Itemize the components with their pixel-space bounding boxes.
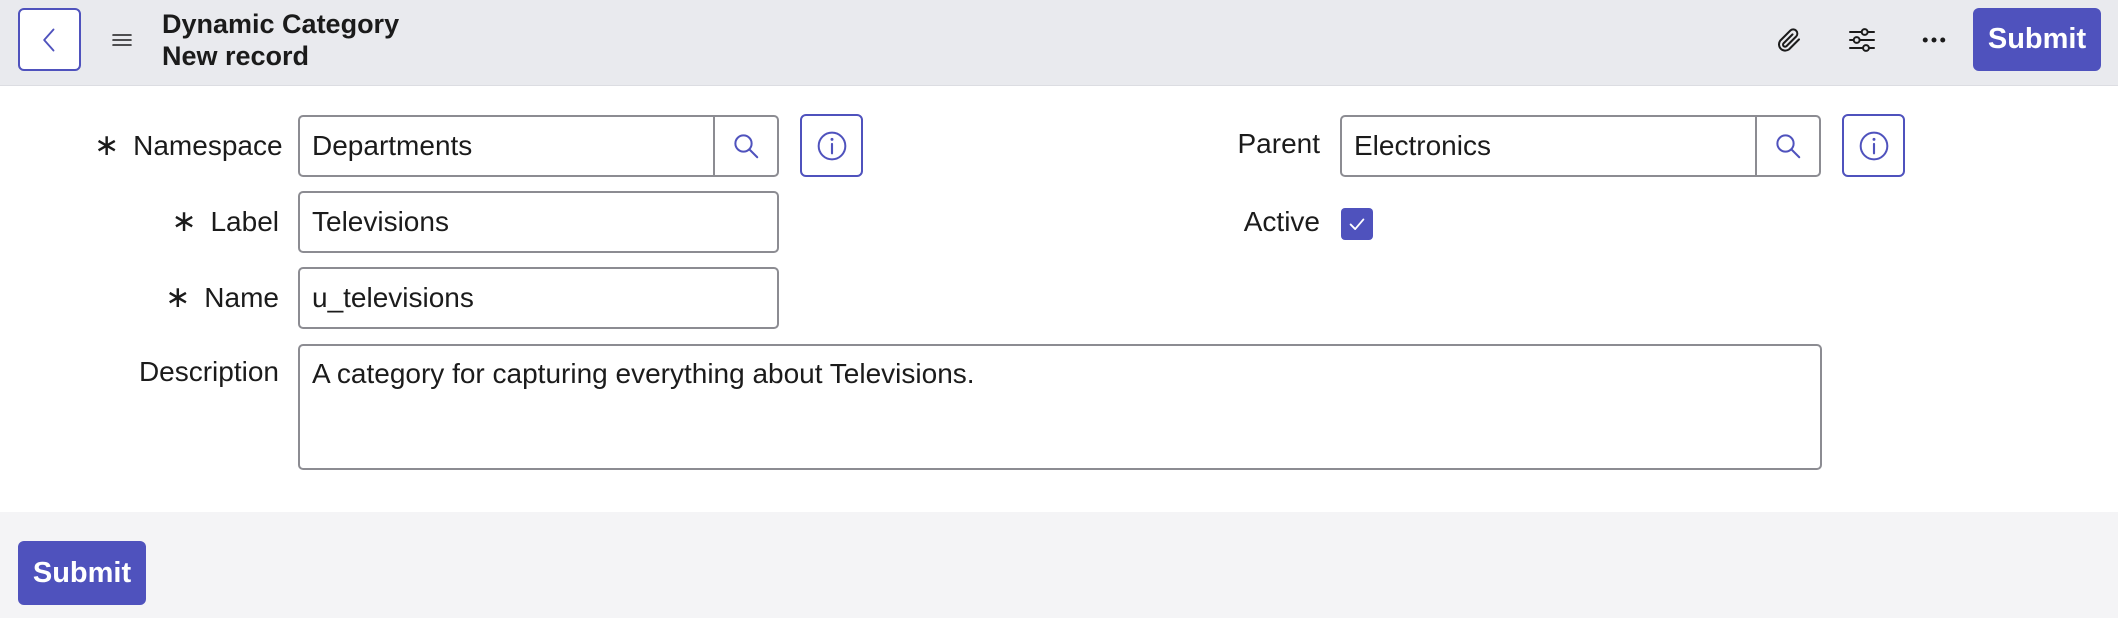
- parent-reference-field: Electronics: [1340, 115, 1821, 177]
- sliders-icon: [1849, 28, 1875, 52]
- namespace-lookup-button[interactable]: [715, 117, 777, 175]
- context-menu-button[interactable]: [104, 22, 140, 58]
- back-button[interactable]: [18, 8, 81, 71]
- namespace-input[interactable]: Departments: [300, 117, 715, 175]
- search-icon: [1776, 134, 1801, 159]
- label-input[interactable]: Televisions: [298, 191, 779, 253]
- required-marker: ∗: [94, 129, 120, 162]
- namespace-label: ∗ Namespace: [94, 129, 283, 162]
- page-subtitle: New record: [162, 41, 310, 71]
- parent-lookup-button[interactable]: [1757, 117, 1819, 175]
- active-checkbox[interactable]: [1341, 208, 1373, 240]
- parent-input[interactable]: Electronics: [1342, 117, 1757, 175]
- chevron-left-icon: [42, 28, 54, 51]
- required-marker: ∗: [165, 281, 191, 314]
- checkmark-icon: [1349, 218, 1365, 230]
- paperclip-icon: [1778, 28, 1800, 52]
- info-icon: [817, 131, 846, 160]
- footer-submit-button[interactable]: Submit: [18, 541, 146, 605]
- namespace-info-button[interactable]: [800, 114, 863, 177]
- description-textarea[interactable]: A category for capturing everything abou…: [298, 344, 1822, 470]
- more-horizontal-icon: [1922, 37, 1946, 43]
- active-label: Active: [1243, 206, 1320, 237]
- namespace-reference-field: Departments: [298, 115, 779, 177]
- record-form: ∗ Namespace Departments ∗ Label Television…: [0, 86, 2118, 512]
- form-footer: Submit: [0, 512, 2118, 618]
- form-header: Dynamic Category New record Submit: [0, 0, 2118, 86]
- personalize-form-button[interactable]: [1840, 18, 1884, 62]
- hamburger-menu-icon: [112, 34, 132, 46]
- more-options-button[interactable]: [1912, 18, 1956, 62]
- parent-info-button[interactable]: [1842, 114, 1905, 177]
- header-submit-button[interactable]: Submit: [1973, 8, 2101, 71]
- search-icon: [734, 134, 759, 159]
- description-label: Description: [138, 356, 279, 387]
- page-title: Dynamic Category: [162, 9, 400, 39]
- label-field-label: ∗ Label: [171, 205, 279, 238]
- required-marker: ∗: [171, 205, 197, 238]
- parent-label: Parent: [1237, 128, 1321, 159]
- name-input[interactable]: u_televisions: [298, 267, 779, 329]
- info-icon: [1859, 131, 1888, 160]
- page-title-block: Dynamic Category New record: [162, 8, 399, 72]
- attachment-button[interactable]: [1767, 18, 1811, 62]
- name-field-label: ∗ Name: [165, 281, 279, 314]
